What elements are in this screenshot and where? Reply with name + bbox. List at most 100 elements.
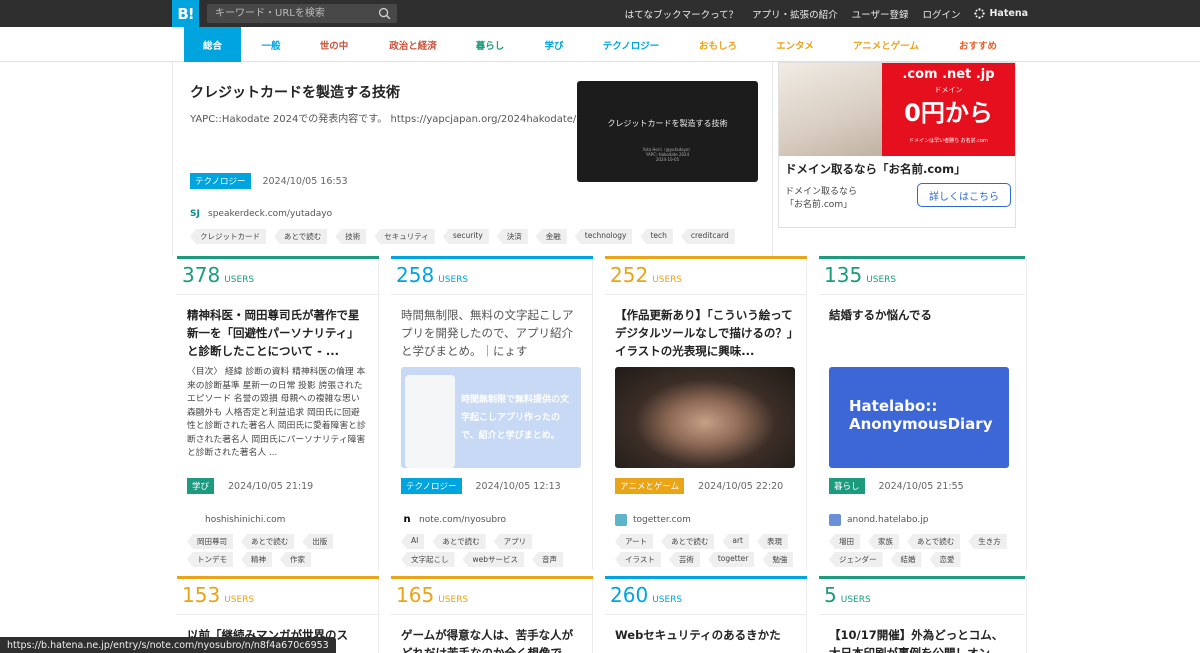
entry-title[interactable]: Webセキュリティのあるきかた bbox=[615, 626, 795, 653]
featured-thumbnail[interactable]: クレジットカードを製造する技術 Yuta Horii（@yutadayo） YA… bbox=[577, 81, 758, 182]
entry-title[interactable]: 時間無制限、無料の文字起こしアプリを開発したので、アプリ紹介と学びまとめ。｜にょ… bbox=[401, 306, 581, 360]
tag[interactable]: あとで読む bbox=[241, 534, 295, 549]
category-badge[interactable]: 学び bbox=[187, 478, 215, 494]
ad-banner[interactable]: .com .net .jp ドメイン 0円から ドメインは早い者勝ち お名前.c… bbox=[779, 63, 1015, 156]
tag[interactable]: イラスト bbox=[615, 552, 661, 567]
tag[interactable]: 家族 bbox=[868, 534, 899, 549]
tag[interactable]: アート bbox=[615, 534, 654, 549]
tag[interactable]: 出版 bbox=[302, 534, 334, 549]
about-link[interactable]: はてなブックマークって？ bbox=[625, 7, 739, 21]
tag[interactable]: 岡田尊司 bbox=[187, 534, 233, 549]
tab-technology[interactable]: テクノロジー bbox=[595, 27, 667, 62]
ad-details-button[interactable]: 詳しくはこちら bbox=[917, 183, 1011, 207]
users-count[interactable]: 260 USERS bbox=[610, 583, 682, 607]
tag[interactable]: トンデモ bbox=[187, 552, 233, 567]
tag[interactable]: security bbox=[442, 229, 489, 244]
users-count[interactable]: 378 USERS bbox=[182, 263, 254, 287]
users-number: 135 bbox=[824, 263, 863, 287]
entry-card: 258 USERS 時間無制限、無料の文字起こしアプリを開発したので、アプリ紹介… bbox=[387, 256, 593, 570]
entry-title[interactable]: 【10/17開催】外為どっとコム、大日本印刷が事例を公開！オン... bbox=[829, 626, 1009, 653]
hatena-bookmark-logo[interactable]: B! bbox=[172, 0, 199, 27]
tag[interactable]: art bbox=[722, 534, 749, 549]
category-badge[interactable]: テクノロジー bbox=[190, 173, 251, 189]
tab-politics-economy[interactable]: 政治と経済 bbox=[378, 27, 448, 62]
tag[interactable]: アプリ bbox=[493, 534, 533, 549]
entry-title[interactable]: 結婚するか悩んでる bbox=[829, 306, 1009, 324]
tag[interactable]: あとで読む bbox=[661, 534, 715, 549]
login-link[interactable]: ログイン bbox=[922, 7, 960, 21]
entry-title[interactable]: ゲームが得意な人は、苦手な人がどれだけ苦手なのか全く想像でき... bbox=[401, 626, 581, 653]
users-count[interactable]: 153 USERS bbox=[182, 583, 254, 607]
tag[interactable]: 文字起こし bbox=[401, 552, 455, 567]
entry-domain[interactable]: anond.hatelabo.jp bbox=[829, 514, 928, 526]
tag[interactable]: 結婚 bbox=[890, 552, 922, 567]
tab-life[interactable]: 暮らし bbox=[466, 27, 514, 62]
tag[interactable]: 精神 bbox=[241, 552, 272, 567]
entry-title[interactable]: 精神科医・岡田尊司氏が著作で星新一を「回避性パーソナリティ」と診断したことについ… bbox=[187, 306, 367, 360]
users-count[interactable]: 252 USERS bbox=[610, 263, 682, 287]
featured-domain[interactable]: SJ speakerdeck.com/yutadayo bbox=[190, 208, 332, 220]
tag[interactable]: 勉強 bbox=[762, 552, 794, 567]
tag[interactable]: 生き方 bbox=[968, 534, 1007, 549]
tag[interactable]: tech bbox=[640, 229, 673, 244]
tab-general[interactable]: 一般 bbox=[246, 27, 296, 62]
entry-thumbnail[interactable] bbox=[615, 367, 795, 468]
ad-title[interactable]: ドメイン取るなら「お名前.com」 bbox=[785, 161, 966, 177]
category-badge[interactable]: 暮らし bbox=[829, 478, 865, 494]
tag[interactable]: あとで読む bbox=[907, 534, 961, 549]
tag[interactable]: ジェンダー bbox=[829, 552, 883, 567]
entry-thumbnail[interactable]: Hatelabo:: AnonymousDiary bbox=[829, 367, 1009, 468]
tag[interactable]: 金融 bbox=[535, 229, 567, 244]
category-badge[interactable]: テクノロジー bbox=[401, 478, 462, 494]
users-count[interactable]: 165 USERS bbox=[396, 583, 468, 607]
tag[interactable]: AI bbox=[401, 534, 425, 549]
tag[interactable]: creditcard bbox=[680, 229, 735, 244]
tab-fun[interactable]: おもしろ bbox=[690, 27, 746, 62]
tag[interactable]: 技術 bbox=[335, 229, 367, 244]
card-divider bbox=[177, 614, 379, 615]
tag[interactable]: 決済 bbox=[496, 229, 528, 244]
tag[interactable]: togetter bbox=[707, 552, 755, 567]
category-badge[interactable]: アニメとゲーム bbox=[615, 478, 685, 494]
tab-entertainment[interactable]: エンタメ bbox=[767, 27, 823, 62]
entry-domain[interactable]: togetter.com bbox=[615, 514, 691, 526]
hatena-brand[interactable]: Hatena bbox=[974, 8, 1028, 19]
featured-title[interactable]: クレジットカードを製造する技術 bbox=[190, 82, 400, 102]
apps-link[interactable]: アプリ・拡張の紹介 bbox=[752, 7, 838, 21]
users-label: USERS bbox=[438, 595, 469, 605]
entry-domain[interactable]: n note.com/nyosubro bbox=[401, 514, 506, 526]
tab-general-all[interactable]: 総合 bbox=[184, 27, 241, 62]
tag[interactable]: セキュリティ bbox=[374, 229, 435, 244]
tag[interactable]: 表現 bbox=[756, 534, 788, 549]
tag[interactable]: クレジットカード bbox=[190, 229, 266, 244]
tab-world[interactable]: 世の中 bbox=[308, 27, 360, 62]
users-count[interactable]: 258 USERS bbox=[396, 263, 468, 287]
tag[interactable]: technology bbox=[574, 229, 633, 244]
search-box[interactable] bbox=[207, 4, 397, 23]
thumbnail-caption: 時間無制限で無料提供の文字起こしアプリ作ったので、紹介と学びまとめ。 bbox=[461, 395, 570, 441]
ad-description: ドメイン取るなら「お名前.com」 bbox=[785, 187, 858, 210]
tag[interactable]: 恋愛 bbox=[929, 552, 961, 567]
advertisement[interactable]: .com .net .jp ドメイン 0円から ドメインは早い者勝ち お名前.c… bbox=[778, 62, 1016, 228]
entry-tags: アート あとで読む art 表現 イラスト 芸術 togetter 勉強 bbox=[615, 534, 795, 567]
register-link[interactable]: ユーザー登録 bbox=[852, 7, 909, 21]
entry-title[interactable]: 【作品更新あり】「こういう絵ってデジタルツールなしで描けるの？」イラストの光表現… bbox=[615, 306, 795, 360]
tab-knowledge[interactable]: 学び bbox=[535, 27, 573, 62]
tag[interactable]: webサービス bbox=[462, 552, 525, 567]
card-divider bbox=[819, 614, 1025, 615]
search-input[interactable] bbox=[207, 4, 372, 23]
tab-recommended[interactable]: おすすめ bbox=[950, 27, 1006, 62]
tag[interactable]: 芸術 bbox=[668, 552, 700, 567]
tag[interactable]: 増田 bbox=[829, 534, 860, 549]
tag[interactable]: 作家 bbox=[280, 552, 311, 567]
search-icon[interactable] bbox=[378, 7, 391, 20]
tag[interactable]: 音声 bbox=[532, 552, 564, 567]
entry-thumbnail[interactable]: 時間無制限で無料提供の文字起こしアプリ作ったので、紹介と学びまとめ。 bbox=[401, 367, 581, 468]
users-count[interactable]: 5 USERS bbox=[824, 583, 871, 607]
tab-anime-game[interactable]: アニメとゲーム bbox=[846, 27, 926, 62]
users-count[interactable]: 135 USERS bbox=[824, 263, 896, 287]
entry-domain[interactable]: hoshishinichi.com bbox=[187, 514, 285, 526]
tag[interactable]: あとで読む bbox=[274, 229, 328, 244]
users-label: USERS bbox=[866, 275, 897, 285]
tag[interactable]: あとで読む bbox=[432, 534, 486, 549]
